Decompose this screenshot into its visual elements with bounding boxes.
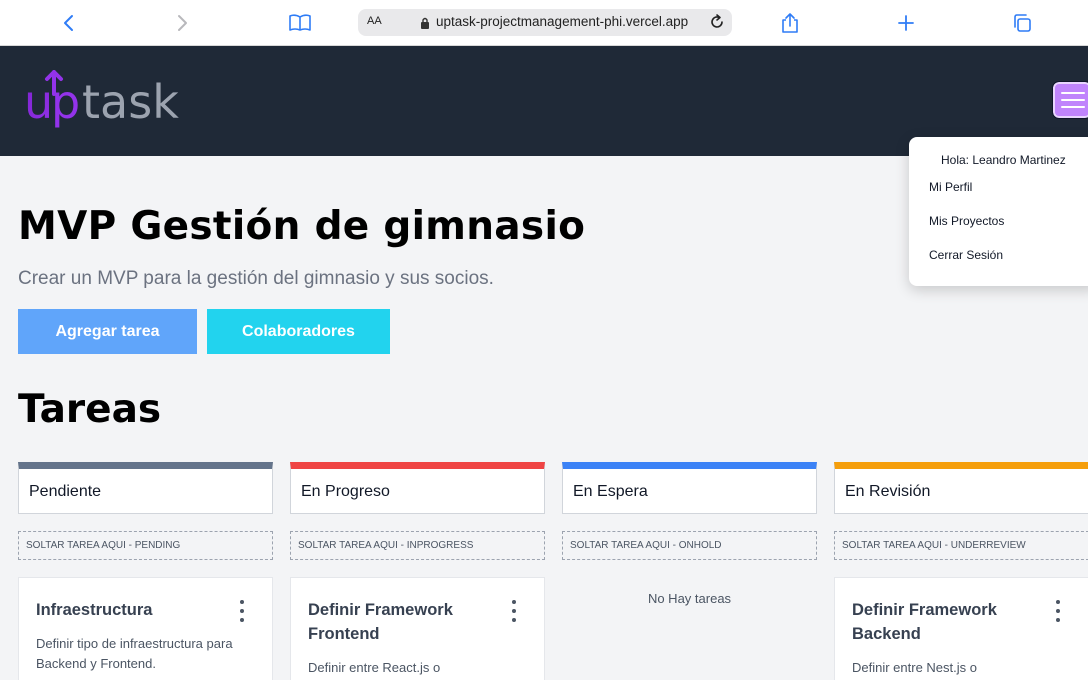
- hamburger-menu-button[interactable]: [1052, 81, 1088, 119]
- menu-item-cerrar-sesion[interactable]: Cerrar Sesión: [929, 248, 1003, 262]
- new-tab-icon[interactable]: [894, 11, 918, 35]
- drop-zone-pending[interactable]: SOLTAR TAREA AQUI - PENDING: [18, 531, 273, 560]
- task-title[interactable]: Definir Framework Frontend: [308, 598, 488, 646]
- column-header-onhold: En Espera: [562, 462, 817, 514]
- empty-column-message: No Hay tareas: [647, 591, 732, 606]
- task-title[interactable]: Infraestructura: [36, 598, 216, 622]
- bookmarks-icon[interactable]: [288, 11, 312, 35]
- column-header-inprogress: En Progreso: [290, 462, 545, 514]
- svg-text:task: task: [82, 75, 179, 129]
- task-description: Definir tipo de infraestructura para Bac…: [36, 636, 233, 671]
- reload-icon[interactable]: [708, 13, 726, 35]
- column-title: En Progreso: [301, 483, 390, 500]
- task-description: Definir entre React.js o: [308, 660, 441, 675]
- drop-zone-underreview[interactable]: SOLTAR TAREA AQUI - UNDERREVIEW: [834, 531, 1088, 560]
- uptask-logo[interactable]: u p task: [24, 70, 204, 134]
- drop-zone-inprogress[interactable]: SOLTAR TAREA AQUI - INPROGRESS: [290, 531, 545, 560]
- more-options-icon[interactable]: [239, 600, 245, 624]
- url-text: uptask-projectmanagement-phi.vercel.app: [436, 14, 689, 29]
- column-title: En Revisión: [845, 483, 931, 500]
- collaborators-button[interactable]: Colaboradores: [207, 309, 390, 354]
- task-card[interactable]: Definir Framework Backend Definir entre …: [834, 577, 1088, 680]
- task-title[interactable]: Definir Framework Backend: [852, 598, 1032, 646]
- hamburger-icon: [1061, 92, 1085, 94]
- svg-text:p: p: [51, 75, 80, 129]
- column-header-underreview: En Revisión: [834, 462, 1088, 514]
- menu-item-mi-perfil[interactable]: Mi Perfil: [929, 180, 972, 194]
- project-description: Crear un MVP para la gestión del gimnasi…: [18, 268, 494, 289]
- tabs-overview-icon[interactable]: [1010, 11, 1034, 35]
- task-card[interactable]: Infraestructura Definir tipo de infraest…: [18, 577, 273, 680]
- browser-toolbar: AA uptask-projectmanagement-phi.vercel.a…: [0, 0, 1088, 46]
- user-menu-dropdown: Hola: Leandro Martinez Mi Perfil Mis Pro…: [909, 137, 1088, 286]
- add-task-button[interactable]: Agregar tarea: [18, 309, 197, 354]
- user-greeting: Hola: Leandro Martinez: [941, 153, 1066, 167]
- more-options-icon[interactable]: [511, 600, 517, 624]
- tasks-heading: Tareas: [18, 387, 162, 432]
- logo-text: u: [24, 75, 53, 129]
- drop-zone-onhold[interactable]: SOLTAR TAREA AQUI - ONHOLD: [562, 531, 817, 560]
- menu-item-mis-proyectos[interactable]: Mis Proyectos: [929, 214, 1004, 228]
- column-title: En Espera: [573, 483, 648, 500]
- task-card[interactable]: Definir Framework Frontend Definir entre…: [290, 577, 545, 680]
- task-description: Definir entre Nest.js o: [852, 660, 977, 675]
- address-bar[interactable]: AA uptask-projectmanagement-phi.vercel.a…: [358, 9, 732, 36]
- lock-icon: [420, 15, 430, 34]
- project-title: MVP Gestión de gimnasio: [18, 204, 586, 249]
- column-title: Pendiente: [29, 483, 102, 500]
- text-size-button[interactable]: AA: [367, 15, 382, 27]
- forward-icon[interactable]: [171, 11, 195, 35]
- column-header-pending: Pendiente: [18, 462, 273, 514]
- back-icon[interactable]: [56, 11, 80, 35]
- share-icon[interactable]: [778, 11, 802, 35]
- more-options-icon[interactable]: [1055, 600, 1061, 624]
